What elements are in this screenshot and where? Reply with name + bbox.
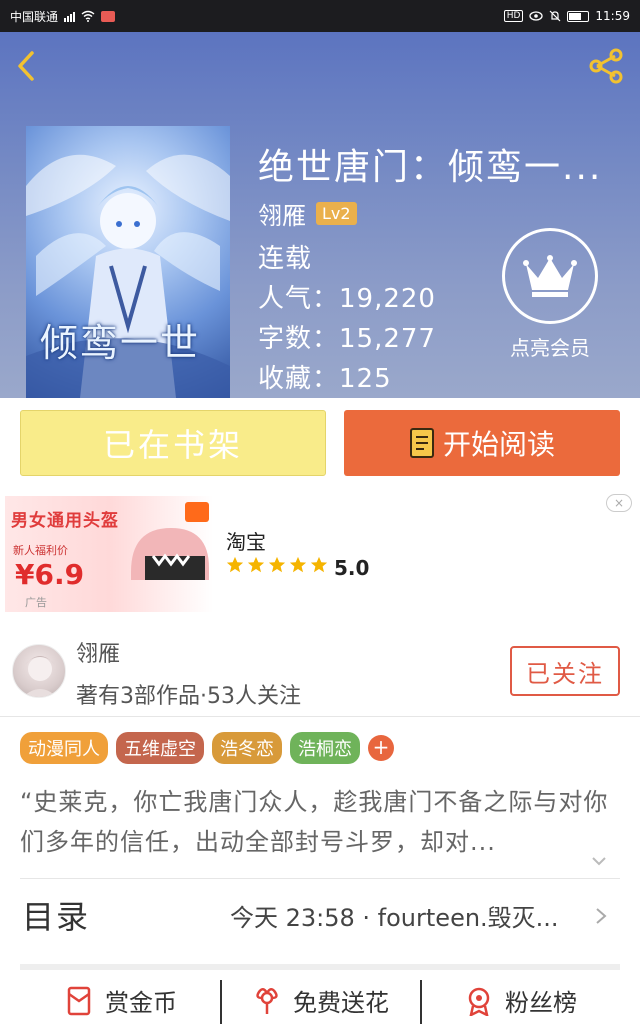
taobao-logo-icon [185,502,209,522]
mute-bell-icon [549,10,561,22]
author-name[interactable]: 翎雁 [258,196,306,231]
ad-banner[interactable]: 男女通用头盔 新人福利价 ¥6.9 广告 淘宝 5.0 × [0,490,640,624]
send-flower-label: 免费送花 [293,988,389,1017]
notification-badge-icon [101,10,116,22]
toc-label[interactable]: 目录 [22,892,90,938]
ad-image-price: ¥6.9 [15,558,85,591]
ad-tag: 广告 [25,596,47,609]
start-reading-button[interactable]: 开始阅读 [344,410,620,476]
status-left: 中国联通 [10,8,116,25]
status-right: HD 11:59 [503,9,630,23]
book-cover[interactable]: 倾鸾一世 [26,126,230,398]
divider [20,878,620,879]
ad-brand: 淘宝 [226,530,266,554]
book-header: 倾鸾一世 绝世唐门：倾鸾一... 翎雁 Lv2 连载 人气：19,220 字数：… [0,32,640,398]
back-icon[interactable] [10,48,46,84]
ad-rating: 5.0 [334,556,370,580]
divider [0,716,640,717]
level-badge: Lv2 [316,202,357,225]
tag-item[interactable]: 动漫同人 [20,732,108,764]
toc-latest-chapter[interactable]: 今天 23:58 · fourteen.毁灭... [230,898,590,933]
cover-title-text: 倾鸾一世 [40,321,201,365]
ad-image-sub: 新人福利价 [13,544,68,557]
book-description[interactable]: “史莱克，你亡我唐门众人，趁我唐门不备之际与对你们多年的信任，出动全部封号斗罗，… [20,782,620,862]
share-icon[interactable] [586,48,626,84]
more-tags-button[interactable]: + [368,735,394,761]
reward-coins-button[interactable]: 赏金币 [20,976,220,1024]
card-author-name[interactable]: 翎雁 [76,636,120,668]
crown-icon [502,228,598,324]
ad-image-headline: 男女通用头盔 [11,511,119,531]
bottom-actions: 赏金币 免费送花 粉丝榜 [20,976,620,1024]
tag-item[interactable]: 浩桐恋 [290,732,360,764]
rating-stars [226,556,328,574]
fan-ranking-label: 粉丝榜 [505,988,577,1017]
helmet-illustration [131,528,209,580]
carrier-label: 中国联通 [10,9,59,24]
reward-coins-label: 赏金币 [105,988,177,1017]
ad-image[interactable]: 男女通用头盔 新人福利价 ¥6.9 广告 [5,496,213,612]
chevron-down-icon[interactable] [590,852,608,870]
star-icon [268,556,286,573]
flower-icon [256,988,278,1014]
status-bar: 中国联通 HD 11:59 [0,0,640,32]
author-works-info: 著有3部作品·53人关注 [76,684,301,709]
tag-item[interactable]: 浩冬恋 [212,732,282,764]
battery-icon [567,10,590,22]
chevron-right-icon[interactable] [594,906,608,926]
book-icon [409,428,434,458]
ad-close-button[interactable]: × [606,494,632,512]
follow-button[interactable]: 已关注 [510,646,620,696]
in-bookshelf-button[interactable]: 已在书架 [20,410,326,476]
fan-ranking-button[interactable]: 粉丝榜 [420,976,620,1024]
signal-icon [64,10,76,22]
book-title: 绝世唐门：倾鸾一... [258,147,603,188]
serial-status: 连载 [258,244,313,274]
star-icon [247,556,265,573]
medal-icon [468,987,490,1016]
favorites-stat: 收藏：125 [258,364,392,394]
clock: 11:59 [595,9,630,23]
book-detail-page: 中国联通 HD 11:59 倾鸾一世 绝世唐门：倾鸾一... 翎雁 Lv2 连载… [0,0,640,1024]
tag-list: 动漫同人 五维虚空 浩冬恋 浩桐恋 + [20,732,394,764]
divider [20,964,620,970]
star-icon [310,556,328,573]
send-flower-button[interactable]: 免费送花 [220,976,420,1024]
action-row: 已在书架 开始阅读 [0,398,640,490]
tag-item[interactable]: 五维虚空 [116,732,204,764]
start-reading-label: 开始阅读 [442,428,555,461]
wifi-icon [81,10,95,22]
author-avatar[interactable] [12,644,66,698]
vip-label: 点亮会员 [510,336,590,360]
popularity-stat: 人气：19,220 [258,284,436,314]
star-icon [289,556,307,573]
red-envelope-icon [67,986,91,1016]
word-count-stat: 字数：15,277 [258,324,436,354]
star-icon [226,556,244,573]
author-line: 翎雁 Lv2 [258,196,357,231]
vip-button[interactable]: 点亮会员 [500,228,600,361]
hd-icon: HD [503,10,524,22]
eye-icon [529,11,544,21]
author-section: 翎雁 著有3部作品·53人关注 已关注 动漫同人 五维虚空 浩冬恋 浩桐恋 + … [0,624,640,1024]
